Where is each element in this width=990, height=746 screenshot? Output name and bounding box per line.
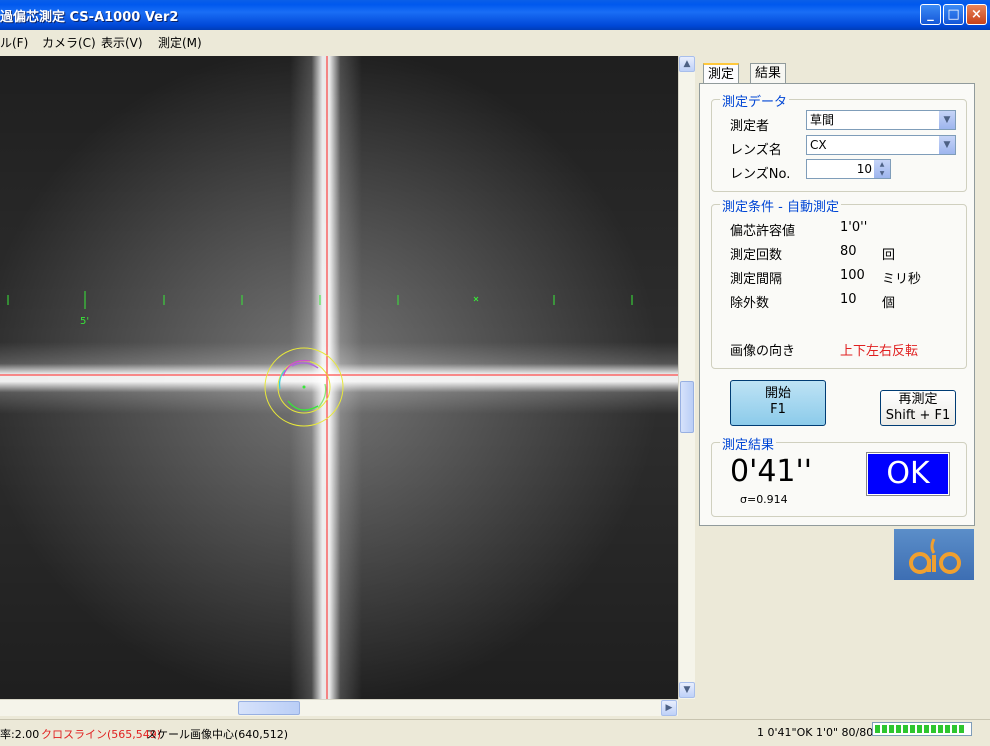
progress-segment: [917, 725, 922, 733]
lens-no-label: レンズNo.: [730, 167, 791, 182]
center-point: [302, 385, 306, 389]
vertical-scroll-thumb[interactable]: [680, 381, 694, 433]
chevron-up-icon: ▲: [683, 59, 691, 69]
progress-segment: [924, 725, 929, 733]
scroll-down-button[interactable]: ▼: [679, 682, 695, 698]
measurement-progress: [872, 722, 972, 736]
progress-segment: [959, 725, 964, 733]
condition-label: 偏芯許容値: [730, 224, 796, 239]
crossline-status: クロスライン(565,549): [41, 728, 162, 741]
condition-value: 1'0'': [840, 220, 868, 235]
title-bar: 過偏芯測定 CS-A1000 Ver2 _ □ ×: [0, 0, 990, 30]
progress-segment: [938, 725, 943, 733]
condition-label: 測定回数: [730, 248, 783, 263]
result-value: 0'41'': [730, 454, 813, 489]
menu-file[interactable]: ル(F): [0, 34, 28, 51]
remeasure-shortcut: Shift + F1: [885, 408, 951, 423]
scale-label: 5': [80, 316, 89, 327]
chevron-down-icon: ▼: [938, 136, 955, 154]
chevron-down-icon: ▼: [683, 685, 691, 695]
close-button[interactable]: ×: [966, 4, 987, 25]
measurement-data-label: 測定データ: [720, 91, 790, 110]
lens-no-value: 10: [856, 162, 872, 176]
scroll-right-button[interactable]: ▶: [661, 700, 677, 716]
result-sigma: σ=0.914: [740, 493, 788, 506]
judgement-badge: OK: [866, 452, 950, 496]
lens-name-select[interactable]: CX ▼: [806, 135, 956, 155]
start-button[interactable]: 開始 F1: [730, 380, 826, 426]
progress-segment: [945, 725, 950, 733]
remeasure-button[interactable]: 再測定 Shift + F1: [880, 390, 956, 426]
logo-icon: [909, 538, 961, 574]
condition-unit: 回: [882, 248, 896, 263]
orientation-value: 上下左右反転: [840, 344, 919, 359]
status-bar: 率:2.00 クロスライン(565,549) スケール画像中心(640,512)…: [0, 719, 990, 746]
chevron-right-icon: ▶: [665, 703, 673, 713]
window-title: 過偏芯測定 CS-A1000 Ver2: [0, 10, 179, 25]
tab-result-label: 結果: [755, 66, 782, 81]
progress-segment: [910, 725, 915, 733]
progress-segment: [903, 725, 908, 733]
progress-segment: [882, 725, 887, 733]
lens-name-label: レンズ名: [730, 143, 782, 158]
condition-label: 除外数: [730, 296, 770, 311]
spinner-arrows-icon[interactable]: ▲ ▼: [873, 160, 890, 178]
operator-label: 測定者: [730, 119, 770, 134]
operator-value: 草間: [810, 113, 835, 127]
tab-result[interactable]: 結果: [750, 63, 787, 83]
chevron-down-icon: ▼: [938, 111, 955, 129]
tab-measure-label: 測定: [708, 67, 735, 82]
condition-label: 測定間隔: [730, 272, 783, 287]
progress-segment: [931, 725, 936, 733]
menu-camera[interactable]: カメラ(C): [42, 34, 96, 51]
lens-name-value: CX: [810, 138, 827, 152]
tab-measure[interactable]: 測定: [703, 63, 740, 84]
conditions-label: 測定条件 - 自動測定: [720, 196, 841, 215]
lens-no-spinner[interactable]: 10 ▲ ▼: [806, 159, 891, 179]
progress-segment: [889, 725, 894, 733]
horizontal-scrollbar[interactable]: ▶: [0, 699, 678, 716]
menu-measure[interactable]: 測定(M): [158, 34, 202, 51]
start-label: 開始: [764, 386, 791, 401]
orientation-label: 画像の向き: [730, 344, 796, 359]
result-label: 測定結果: [720, 434, 777, 453]
horizontal-scroll-thumb[interactable]: [238, 701, 300, 715]
restore-icon: □: [947, 7, 960, 22]
start-shortcut: F1: [770, 402, 786, 417]
condition-unit: ミリ秒: [882, 272, 922, 287]
condition-value: 10: [840, 292, 857, 307]
operator-select[interactable]: 草間 ▼: [806, 110, 956, 130]
restore-button[interactable]: □: [943, 4, 964, 25]
scroll-up-button[interactable]: ▲: [679, 56, 695, 72]
close-icon: ×: [971, 7, 982, 22]
zoom-status: 率:2.00: [0, 728, 40, 741]
condition-unit: 個: [882, 296, 896, 311]
minimize-icon: _: [927, 7, 934, 22]
vertical-scrollbar[interactable]: ▲ ▼: [678, 56, 695, 699]
menu-bar: ル(F) カメラ(C) 表示(V) 測定(M): [0, 30, 990, 52]
minimize-button[interactable]: _: [920, 4, 941, 25]
camera-image-view[interactable]: 5': [0, 56, 678, 699]
progress-segment: [875, 725, 880, 733]
progress-segment: [952, 725, 957, 733]
condition-value: 80: [840, 244, 857, 259]
camera-image: 5': [0, 56, 678, 699]
remeasure-label: 再測定: [898, 392, 938, 407]
company-logo: [894, 529, 974, 580]
scale-center-status: スケール画像中心(640,512): [146, 728, 289, 741]
condition-value: 100: [840, 268, 865, 283]
summary-status: 1 0'41"OK 1'0" 80/80: [757, 726, 874, 739]
progress-segment: [896, 725, 901, 733]
menu-view[interactable]: 表示(V): [101, 34, 143, 51]
